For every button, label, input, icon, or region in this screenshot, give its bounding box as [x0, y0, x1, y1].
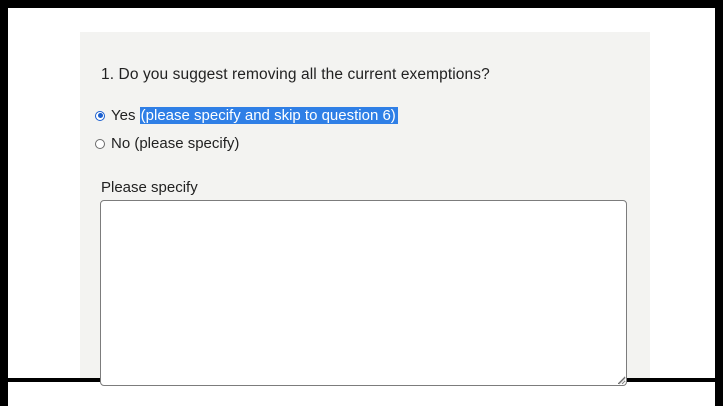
specify-textarea[interactable] [100, 200, 627, 386]
option-yes-label-prefix: Yes [111, 107, 136, 124]
radio-yes[interactable] [95, 110, 105, 121]
radio-no[interactable] [95, 138, 105, 149]
question-panel: 1. Do you suggest removing all the curre… [80, 32, 650, 386]
option-no-label: No (please specify) [111, 135, 240, 152]
option-no[interactable]: No (please specify) [95, 135, 239, 152]
option-yes-label-selected-text: (please specify and skip to question 6) [139, 107, 398, 124]
resize-grip-icon[interactable] [618, 377, 626, 385]
option-yes-label: Yes (please specify and skip to question… [111, 107, 398, 124]
specify-label: Please specify [101, 179, 198, 196]
option-yes[interactable]: Yes (please specify and skip to question… [95, 107, 398, 124]
question-title: 1. Do you suggest removing all the curre… [101, 66, 490, 83]
